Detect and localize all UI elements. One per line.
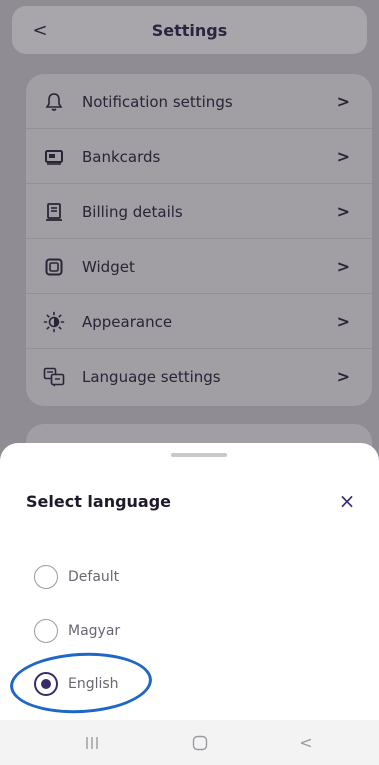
language-option-magyar[interactable]: Magyar xyxy=(34,615,234,647)
bell-icon xyxy=(40,74,68,129)
settings-item-bankcards[interactable]: Bankcards > xyxy=(26,129,372,184)
option-label: Magyar xyxy=(68,623,121,639)
settings-item-widget[interactable]: Widget > xyxy=(26,239,372,294)
receipt-icon xyxy=(40,184,68,239)
settings-item-billing[interactable]: Billing details > xyxy=(26,184,372,239)
back-nav-button[interactable]: < xyxy=(276,720,336,765)
settings-item-label: Notification settings xyxy=(82,92,233,111)
back-icon: < xyxy=(299,733,313,752)
option-label: Default xyxy=(68,569,120,585)
recents-icon xyxy=(86,736,98,749)
settings-list: Notification settings > Bankcards > Bill… xyxy=(26,74,372,406)
settings-item-label: Billing details xyxy=(82,202,183,221)
chevron-right-icon: > xyxy=(336,312,350,331)
radio-button[interactable] xyxy=(34,565,58,589)
page-title: Settings xyxy=(151,20,228,40)
settings-item-notification[interactable]: Notification settings > xyxy=(26,74,372,129)
settings-item-label: Widget xyxy=(82,257,135,276)
sheet-drag-handle[interactable] xyxy=(171,453,227,457)
translate-icon xyxy=(40,349,68,404)
top-app-bar: < Settings xyxy=(12,6,367,54)
recents-button[interactable] xyxy=(62,720,122,765)
bankcard-icon xyxy=(40,129,68,184)
system-nav-bar: < xyxy=(0,720,379,765)
settings-item-label: Bankcards xyxy=(82,147,161,166)
settings-item-language[interactable]: Language settings > xyxy=(26,349,372,404)
chevron-right-icon: > xyxy=(336,92,350,111)
chevron-right-icon: > xyxy=(336,147,350,166)
settings-item-label: Language settings xyxy=(82,367,221,386)
home-button[interactable] xyxy=(170,720,230,765)
widget-icon xyxy=(40,239,68,294)
sun-half-icon xyxy=(40,294,68,349)
radio-button[interactable] xyxy=(34,619,58,643)
chevron-right-icon: > xyxy=(336,367,350,386)
sheet-title: Select language xyxy=(26,491,172,511)
settings-item-appearance[interactable]: Appearance > xyxy=(26,294,372,349)
chevron-right-icon: > xyxy=(336,257,350,276)
chevron-right-icon: > xyxy=(336,202,350,221)
highlight-annotation xyxy=(8,649,154,717)
language-bottom-sheet: Select language × Default Magyar English xyxy=(0,443,379,765)
home-icon xyxy=(192,735,208,750)
language-option-default[interactable]: Default xyxy=(34,561,234,593)
close-button[interactable]: × xyxy=(333,487,361,515)
close-icon: × xyxy=(338,489,356,513)
settings-item-label: Appearance xyxy=(82,312,173,331)
